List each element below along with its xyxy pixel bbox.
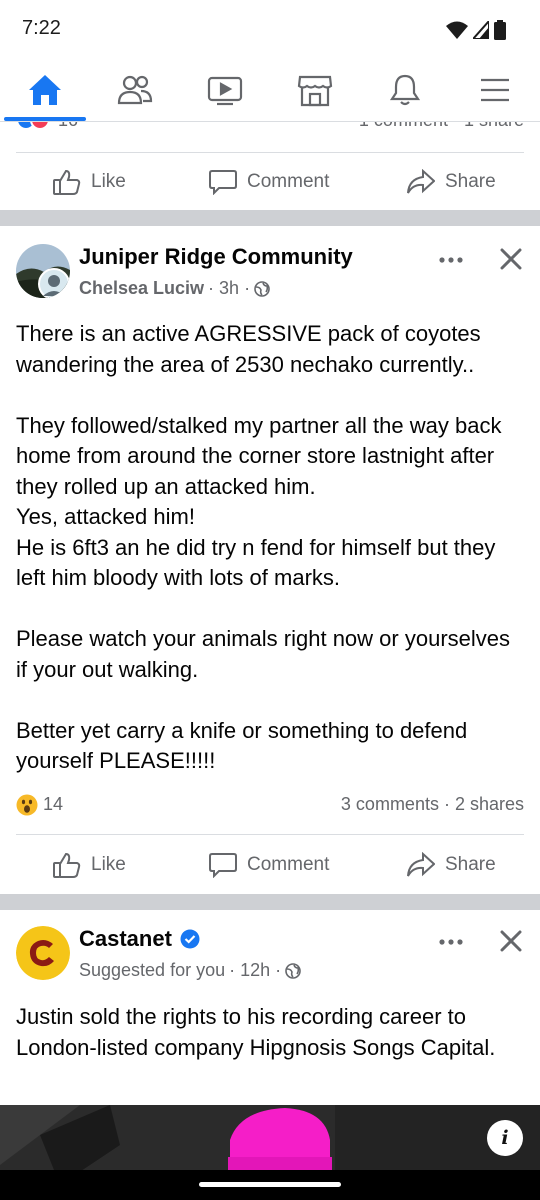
nav-active-indicator	[4, 117, 86, 121]
castanet-logo	[16, 926, 70, 980]
info-button[interactable]: i	[487, 1120, 523, 1156]
group-name-link[interactable]: Juniper Ridge Community	[79, 244, 353, 270]
group-avatar[interactable]	[16, 244, 70, 298]
comment-label: Comment	[247, 854, 330, 875]
share-icon	[407, 169, 435, 194]
nav-home-button[interactable]	[25, 70, 65, 110]
post-paragraph: Better yet carry a knife or something to…	[16, 717, 468, 774]
status-bar: 7:22	[0, 0, 540, 58]
previous-post-actions: Like Comment Share	[0, 152, 540, 212]
more-options-icon	[439, 939, 463, 945]
bell-icon	[389, 74, 421, 106]
author-name-link[interactable]: Chelsea Luciw	[79, 278, 204, 299]
post-paragraph: Yes, attacked him!	[16, 504, 195, 529]
wow-reaction-icon[interactable]	[16, 794, 38, 816]
post-separator	[0, 210, 540, 226]
home-icon	[29, 75, 61, 105]
like-button[interactable]: Like	[53, 835, 126, 895]
share-icon	[407, 852, 435, 877]
post-image[interactable]: i	[0, 1105, 540, 1170]
signal-icon	[473, 21, 489, 39]
suggested-label: Suggested for you	[79, 960, 226, 980]
close-icon	[500, 930, 522, 952]
hide-post-button[interactable]	[496, 926, 526, 956]
post-meta: Chelsea Luciw · 3h ·	[79, 278, 270, 299]
thumbs-up-icon	[53, 169, 81, 195]
post-paragraph: He is 6ft3 an he did try n fend for hims…	[16, 534, 496, 591]
verified-badge-icon	[180, 929, 200, 949]
thumbs-up-icon	[53, 852, 81, 878]
photo-content	[0, 1105, 540, 1170]
news-feed[interactable]: 16 1 comment · 1 share Like Comment Shar…	[0, 122, 540, 1170]
page-name-link[interactable]: Castanet	[79, 926, 172, 952]
top-nav-bar	[0, 58, 540, 122]
like-label: Like	[91, 171, 126, 192]
post-stats[interactable]: 3 comments · 2 shares	[341, 794, 524, 815]
post-text: Justin sold the rights to his recording …	[16, 1004, 496, 1060]
hide-post-button[interactable]	[496, 244, 526, 274]
post-summary: 14 3 comments · 2 shares	[0, 793, 540, 823]
comment-button[interactable]: Comment	[209, 152, 329, 212]
info-icon: i	[501, 1127, 509, 1149]
page-avatar[interactable]	[16, 926, 70, 980]
like-label: Like	[91, 854, 126, 875]
post-header: Castanet Suggested for you · 12h ·	[0, 926, 540, 996]
like-button[interactable]: Like	[53, 152, 126, 212]
share-label: Share	[445, 854, 496, 875]
comment-icon	[209, 170, 237, 195]
share-label: Share	[445, 171, 496, 192]
friends-icon	[117, 75, 153, 105]
menu-icon	[481, 78, 509, 102]
reaction-count[interactable]: 14	[43, 794, 63, 815]
more-options-icon	[439, 257, 463, 263]
author-avatar[interactable]	[38, 268, 70, 298]
post-paragraph: Please watch your animals right now or y…	[16, 626, 511, 682]
globe-icon	[285, 962, 301, 979]
post-text: There is an active AGRESSIVE pack of coy…	[16, 319, 526, 777]
video-icon	[207, 76, 243, 106]
nav-marketplace-button[interactable]	[295, 70, 335, 110]
post-more-button[interactable]	[436, 250, 466, 270]
status-icons	[446, 20, 506, 40]
globe-icon	[254, 280, 270, 297]
close-icon	[500, 248, 522, 270]
post-separator	[0, 894, 540, 910]
status-time: 7:22	[22, 17, 61, 39]
comment-icon	[209, 853, 237, 878]
comment-label: Comment	[247, 171, 330, 192]
share-button[interactable]: Share	[407, 152, 496, 212]
previous-post-summary: 16 1 comment · 1 share	[0, 122, 540, 132]
post-header: Juniper Ridge Community Chelsea Luciw · …	[0, 244, 540, 314]
home-gesture-handle[interactable]	[199, 1182, 341, 1187]
page-name-row: Castanet	[79, 926, 200, 952]
nav-watch-button[interactable]	[205, 70, 245, 110]
wifi-icon	[446, 21, 468, 39]
store-icon	[297, 75, 333, 107]
reaction-icons[interactable]	[16, 122, 50, 130]
post-more-button[interactable]	[436, 932, 466, 952]
share-button[interactable]: Share	[407, 835, 496, 895]
post-paragraph: There is an active AGRESSIVE pack of coy…	[16, 321, 481, 377]
post-actions: Like Comment Share	[0, 835, 540, 895]
comment-button[interactable]: Comment	[209, 835, 329, 895]
nav-friends-button[interactable]	[115, 70, 155, 110]
previous-post-reaction-count[interactable]: 16	[58, 122, 78, 131]
nav-notifications-button[interactable]	[385, 70, 425, 110]
system-gesture-bar	[0, 1170, 540, 1200]
love-reaction-icon	[30, 122, 50, 130]
post-paragraph: They followed/stalked my partner all the…	[16, 412, 502, 499]
post-meta: Suggested for you · 12h ·	[79, 960, 301, 981]
previous-post-stats[interactable]: 1 comment · 1 share	[359, 122, 524, 131]
battery-icon	[494, 20, 506, 40]
post-time[interactable]: · 12h ·	[229, 960, 281, 981]
nav-menu-button[interactable]	[475, 70, 515, 110]
post-time[interactable]: · 3h ·	[208, 278, 250, 299]
